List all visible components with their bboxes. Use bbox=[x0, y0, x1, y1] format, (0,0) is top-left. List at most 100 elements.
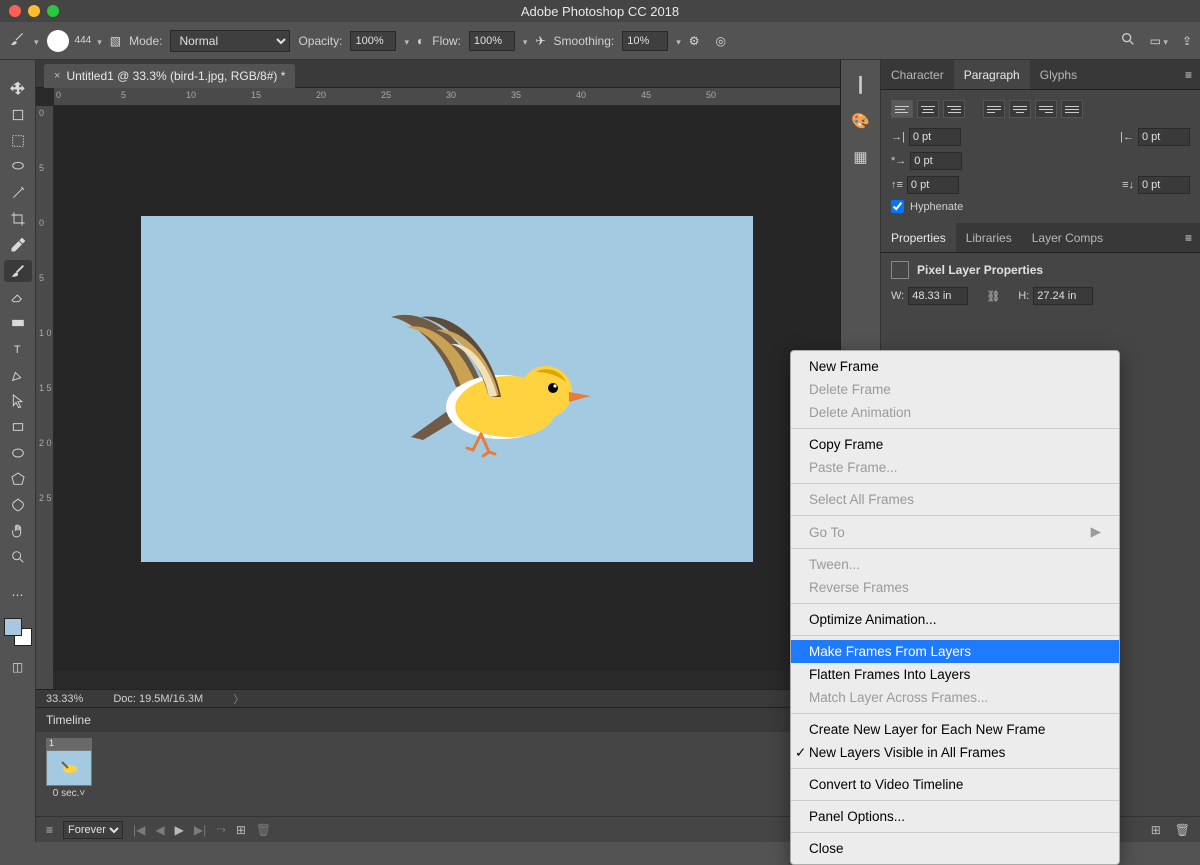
align-center-button[interactable] bbox=[917, 100, 939, 118]
close-tab-icon[interactable]: × bbox=[54, 70, 60, 82]
tab-glyphs[interactable]: Glyphs bbox=[1030, 60, 1087, 89]
tab-character[interactable]: Character bbox=[881, 60, 954, 89]
play-icon[interactable]: ▶ bbox=[175, 823, 184, 837]
indent-left-input[interactable] bbox=[909, 128, 961, 146]
indent-right-input[interactable] bbox=[1138, 128, 1190, 146]
flow-dropdown[interactable] bbox=[523, 34, 528, 48]
patterns-icon[interactable]: ▦ bbox=[853, 148, 867, 166]
zoom-tool[interactable] bbox=[4, 546, 32, 568]
brush-tool-icon[interactable] bbox=[8, 30, 26, 51]
artboard-tool[interactable] bbox=[4, 104, 32, 126]
blend-mode-select[interactable]: Normal bbox=[170, 30, 290, 52]
height-input[interactable] bbox=[1033, 287, 1093, 305]
panel-menu-icon[interactable]: ≡ bbox=[1177, 223, 1200, 252]
opacity-dropdown[interactable] bbox=[404, 34, 409, 48]
share-icon[interactable]: ⇪ bbox=[1182, 34, 1192, 48]
frame-duration[interactable]: 0 sec.˅ bbox=[46, 786, 92, 801]
hyphenate-checkbox[interactable] bbox=[891, 200, 904, 213]
pressure-opacity-icon[interactable]: ◐ bbox=[417, 34, 424, 48]
align-right-button[interactable] bbox=[943, 100, 965, 118]
next-frame-icon[interactable]: ▶| bbox=[194, 823, 206, 837]
menu-item-create-new-layer-for-each-new-frame[interactable]: Create New Layer for Each New Frame bbox=[791, 718, 1119, 741]
justify-last-right-button[interactable] bbox=[1035, 100, 1057, 118]
space-after-input[interactable] bbox=[1138, 176, 1190, 194]
lasso-tool[interactable] bbox=[4, 156, 32, 178]
menu-item-copy-frame[interactable]: Copy Frame bbox=[791, 433, 1119, 456]
brush-settings-toggle-icon[interactable]: ▧ bbox=[110, 34, 121, 48]
new-layer-icon[interactable]: ⊞ bbox=[1151, 823, 1161, 837]
align-left-button[interactable] bbox=[891, 100, 913, 118]
tab-paragraph[interactable]: Paragraph bbox=[954, 60, 1030, 89]
workspace-switcher[interactable]: ▭ bbox=[1150, 34, 1168, 48]
delete-frame-icon[interactable]: 🗑 bbox=[256, 823, 271, 837]
pen-tool[interactable] bbox=[4, 364, 32, 386]
smoothing-input[interactable] bbox=[622, 31, 668, 51]
timeline-frame[interactable]: 1 0 sec.˅ bbox=[46, 738, 92, 801]
foreground-color-swatch[interactable] bbox=[4, 618, 22, 636]
quick-mask-toggle[interactable]: ◫ bbox=[4, 656, 32, 678]
marquee-tool[interactable] bbox=[4, 130, 32, 152]
timeline-flyout-menu[interactable]: New FrameDelete FrameDelete AnimationCop… bbox=[790, 350, 1120, 865]
tab-properties[interactable]: Properties bbox=[881, 223, 956, 252]
type-tool[interactable]: T bbox=[4, 338, 32, 360]
color-swatches[interactable] bbox=[4, 618, 32, 646]
flow-input[interactable] bbox=[469, 31, 515, 51]
link-wh-icon[interactable]: ⛓ bbox=[986, 290, 1000, 303]
zoom-level[interactable]: 33.33% bbox=[46, 693, 83, 705]
space-before-input[interactable] bbox=[907, 176, 959, 194]
brush-settings-icon[interactable]: ▕▏ bbox=[849, 76, 872, 94]
custom-shape-tool[interactable] bbox=[4, 494, 32, 516]
rectangle-tool[interactable] bbox=[4, 416, 32, 438]
menu-item-panel-options[interactable]: Panel Options... bbox=[791, 805, 1119, 828]
brush-tool[interactable] bbox=[4, 260, 32, 282]
minimize-window-button[interactable] bbox=[28, 5, 40, 17]
document-tab[interactable]: × Untitled1 @ 33.3% (bird-1.jpg, RGB/8#)… bbox=[44, 64, 295, 88]
eraser-tool[interactable] bbox=[4, 286, 32, 308]
symmetry-icon[interactable]: ◎ bbox=[716, 34, 726, 48]
menu-item-flatten-frames-into-layers[interactable]: Flatten Frames Into Layers bbox=[791, 663, 1119, 686]
polygon-tool[interactable] bbox=[4, 468, 32, 490]
status-chevron-icon[interactable]: 〉 bbox=[233, 691, 244, 707]
menu-item-new-frame[interactable]: New Frame bbox=[791, 355, 1119, 378]
timeline-menu-icon[interactable]: ≡ bbox=[46, 823, 53, 837]
crop-tool[interactable] bbox=[4, 208, 32, 230]
search-icon[interactable] bbox=[1120, 31, 1136, 50]
swatches-icon[interactable]: 🎨 bbox=[851, 112, 870, 130]
menu-item-optimize-animation[interactable]: Optimize Animation... bbox=[791, 608, 1119, 631]
smoothing-options-icon[interactable]: ⚙ bbox=[689, 34, 700, 48]
zoom-window-button[interactable] bbox=[47, 5, 59, 17]
edit-toolbar[interactable]: ⋯ bbox=[4, 584, 32, 606]
delete-layer-icon[interactable]: 🗑 bbox=[1175, 823, 1190, 837]
new-frame-icon[interactable]: ⊞ bbox=[236, 823, 246, 837]
width-input[interactable] bbox=[908, 287, 968, 305]
menu-item-make-frames-from-layers[interactable]: Make Frames From Layers bbox=[791, 640, 1119, 663]
eyedropper-tool[interactable] bbox=[4, 234, 32, 256]
panel-menu-icon[interactable]: ≡ bbox=[1177, 60, 1200, 89]
canvas-area[interactable] bbox=[54, 106, 840, 671]
smoothing-dropdown[interactable] bbox=[676, 34, 681, 48]
first-line-indent-input[interactable] bbox=[910, 152, 962, 170]
loop-select[interactable]: Forever bbox=[63, 821, 123, 839]
justify-all-button[interactable] bbox=[1061, 100, 1083, 118]
menu-item-close[interactable]: Close bbox=[791, 837, 1119, 860]
ellipse-tool[interactable] bbox=[4, 442, 32, 464]
menu-item-new-layers-visible-in-all-frames[interactable]: ✓New Layers Visible in All Frames bbox=[791, 741, 1119, 764]
close-window-button[interactable] bbox=[9, 5, 21, 17]
brush-picker-dropdown[interactable] bbox=[97, 34, 102, 48]
doc-size[interactable]: Doc: 19.5M/16.3M bbox=[113, 693, 203, 705]
tool-preset-dropdown[interactable] bbox=[34, 34, 39, 48]
hand-tool[interactable] bbox=[4, 520, 32, 542]
move-tool[interactable] bbox=[4, 78, 32, 100]
first-frame-icon[interactable]: |◀ bbox=[133, 823, 145, 837]
airbrush-icon[interactable]: ✈ bbox=[535, 34, 545, 48]
magic-wand-tool[interactable] bbox=[4, 182, 32, 204]
menu-item-convert-to-video-timeline[interactable]: Convert to Video Timeline bbox=[791, 773, 1119, 796]
tab-layer-comps[interactable]: Layer Comps bbox=[1022, 223, 1113, 252]
opacity-input[interactable] bbox=[350, 31, 396, 51]
tab-libraries[interactable]: Libraries bbox=[956, 223, 1022, 252]
path-selection-tool[interactable] bbox=[4, 390, 32, 412]
justify-last-center-button[interactable] bbox=[1009, 100, 1031, 118]
gradient-tool[interactable] bbox=[4, 312, 32, 334]
prev-frame-icon[interactable]: ◀ bbox=[155, 823, 164, 837]
tween-icon[interactable]: ⤳ bbox=[216, 822, 226, 837]
